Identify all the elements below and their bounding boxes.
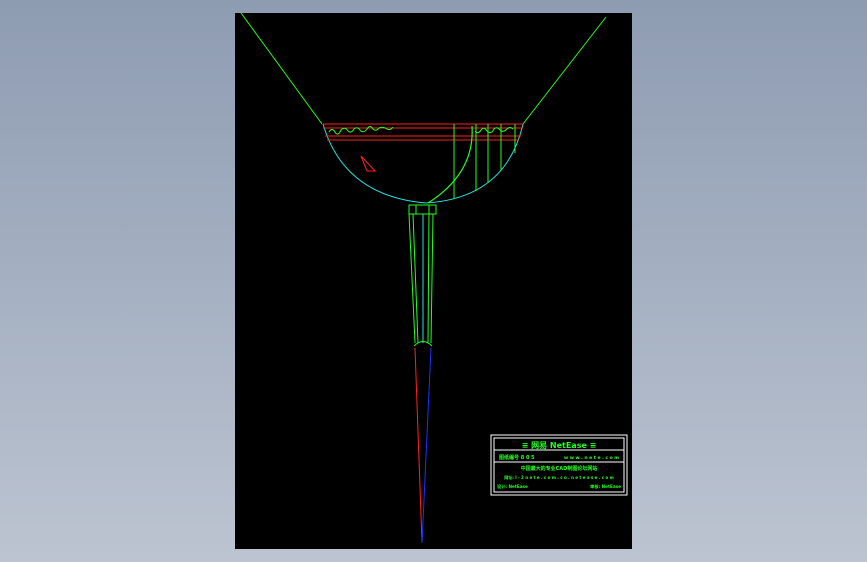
cad-drawing: ≡ 网易 NetEase ≡ 图纸编号 8 0 5 w w w . n e t …: [240, 13, 628, 544]
title-block-line4-right: 审核: NetEase: [590, 483, 621, 490]
title-block-line1-right: w w w . n e t e . c o m: [564, 455, 619, 461]
funnel-right-edge: [522, 16, 607, 125]
title-block-line1-left: 图纸编号 8 0 5: [499, 454, 535, 461]
funnel-left-edge: [240, 13, 323, 125]
section-curve: [427, 125, 473, 204]
spout-left-edge: [414, 347, 423, 544]
title-block-header: ≡ 网易 NetEase ≡: [522, 441, 597, 450]
spout-right-edge: [421, 347, 432, 544]
neck-collar: [408, 204, 437, 215]
title-block: ≡ 网易 NetEase ≡ 图纸编号 8 0 5 w w w . n e t …: [490, 434, 628, 496]
red-mark: [360, 155, 377, 172]
drawing-sheet: ≡ 网易 NetEase ≡ 图纸编号 8 0 5 w w w . n e t …: [235, 13, 632, 549]
title-block-line2: 中国最大的专业CAD制图论坛网站: [521, 465, 598, 472]
title-block-line3: 网址: l - 2 n e t e . c o m . c o . n e t …: [504, 474, 614, 480]
title-block-line4-left: 设计: NetEase: [497, 483, 528, 490]
stem-right-inner: [427, 213, 430, 344]
stem-right-outer: [430, 213, 434, 344]
